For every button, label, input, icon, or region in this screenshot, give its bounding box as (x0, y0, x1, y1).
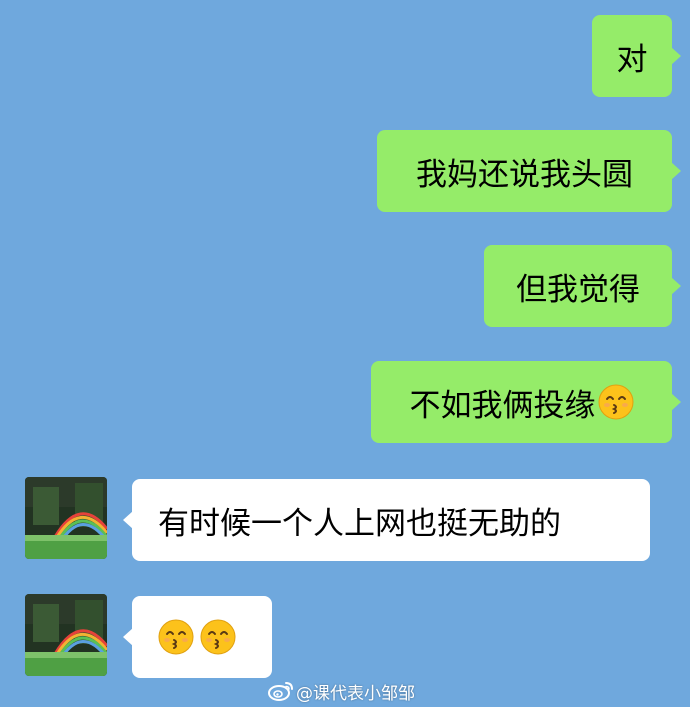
kissing-smiling-eyes-emoji-icon (158, 619, 194, 655)
watermark: @课代表小邹邹 (268, 678, 415, 704)
avatar[interactable] (25, 477, 107, 559)
kissing-smiling-eyes-emoji-icon (598, 384, 634, 420)
chat-area: 对 我妈还说我头圆 但我觉得 不如我俩投缘 有时候一个人上网也挺无助的 @课代表… (0, 0, 690, 707)
message-bubble-outgoing[interactable]: 我妈还说我头圆 (377, 130, 681, 212)
message-bubble-outgoing[interactable]: 不如我俩投缘 (371, 361, 681, 443)
message-text: 但我觉得 (516, 271, 640, 308)
message-text: 我妈还说我头圆 (416, 156, 633, 193)
message-bubble-incoming[interactable]: 有时候一个人上网也挺无助的 (123, 479, 650, 561)
message-bubble-outgoing[interactable]: 对 (592, 15, 681, 97)
avatar[interactable] (25, 594, 107, 676)
message-bubble-incoming[interactable] (123, 596, 272, 678)
message-bubble-outgoing[interactable]: 但我觉得 (484, 245, 681, 327)
message-text: 不如我俩投缘 (409, 387, 596, 424)
message-text: 对 (616, 41, 648, 78)
message-text: 有时候一个人上网也挺无助的 (158, 505, 561, 542)
weibo-logo-icon (268, 682, 293, 701)
watermark-text: @课代表小邹邹 (296, 683, 415, 704)
kissing-smiling-eyes-emoji-icon (200, 619, 236, 655)
